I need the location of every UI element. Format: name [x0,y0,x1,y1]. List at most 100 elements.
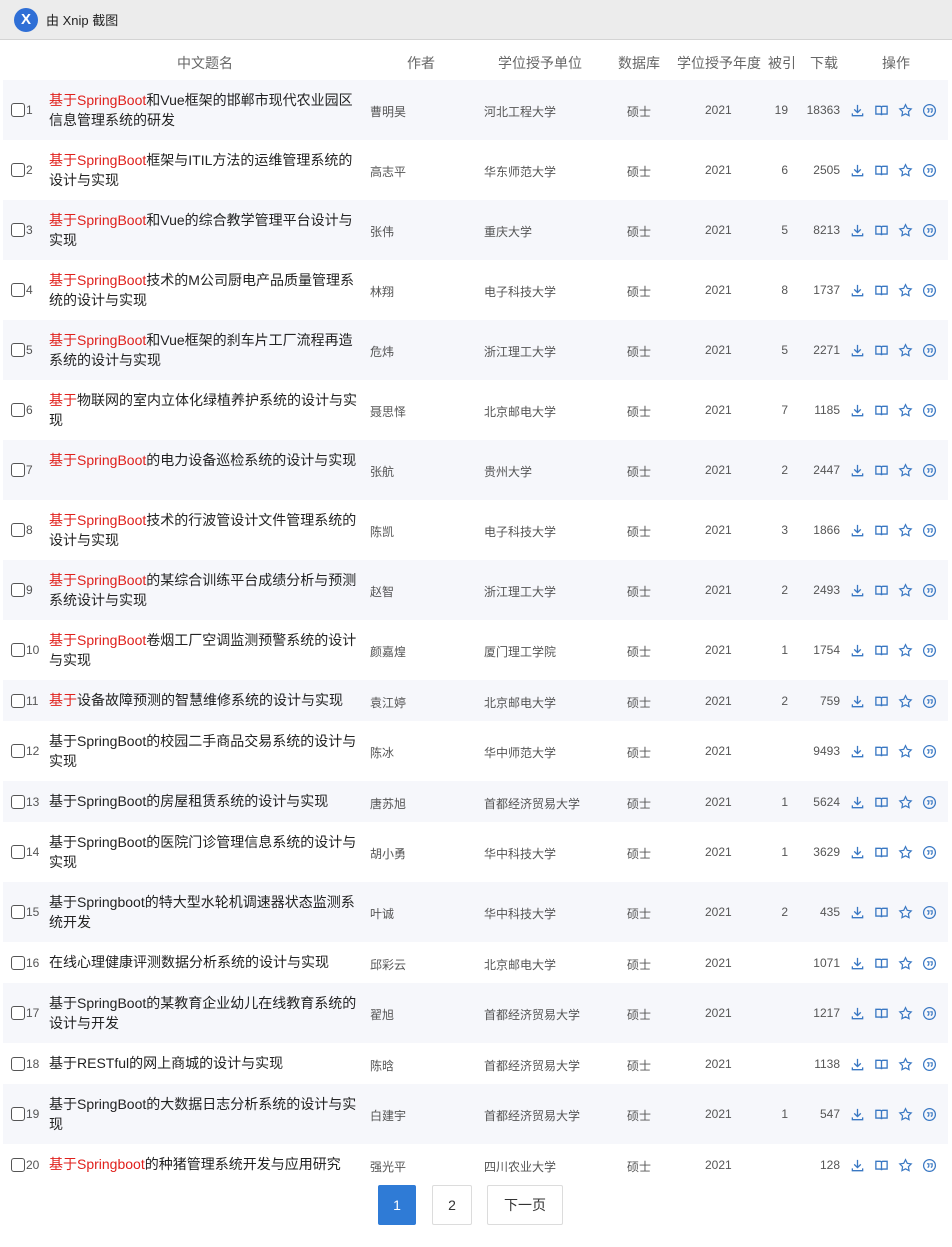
read-icon[interactable] [873,743,890,760]
favorite-icon[interactable] [897,102,914,119]
read-icon[interactable] [873,402,890,419]
read-icon[interactable] [873,582,890,599]
unit-link[interactable]: 首都经济贸易大学 [484,1057,580,1074]
header-year[interactable]: 学位授予年度 [677,53,761,73]
download-icon[interactable] [849,844,866,861]
download-icon[interactable] [849,342,866,359]
favorite-icon[interactable] [897,693,914,710]
download-icon[interactable] [849,162,866,179]
paper-title-link[interactable]: 基于SpringBoot卷烟工厂空调监测预警系统的设计与实现 [49,630,361,670]
next-page-button[interactable]: 下一页 [487,1185,563,1225]
author-link[interactable]: 陈晗 [370,1057,394,1074]
page-2-button[interactable]: 2 [432,1185,472,1225]
paper-title-link[interactable]: 基于SpringBoot的某教育企业幼儿在线教育系统的设计与开发 [49,993,361,1033]
favorite-icon[interactable] [897,1157,914,1174]
download-icon[interactable] [849,282,866,299]
read-icon[interactable] [873,642,890,659]
header-unit[interactable]: 学位授予单位 [498,53,582,73]
favorite-icon[interactable] [897,222,914,239]
author-link[interactable]: 林翔 [370,283,394,300]
read-icon[interactable] [873,844,890,861]
favorite-icon[interactable] [897,402,914,419]
header-db[interactable]: 数据库 [618,53,660,73]
unit-link[interactable]: 华中科技大学 [484,905,556,922]
paper-title-link[interactable]: 基于SpringBoot的某综合训练平台成绩分析与预测系统设计与实现 [49,570,361,610]
read-icon[interactable] [873,102,890,119]
unit-link[interactable]: 厦门理工学院 [484,643,556,660]
unit-link[interactable]: 浙江理工大学 [484,343,556,360]
paper-title-link[interactable]: 基于SpringBoot技术的行波管设计文件管理系统的设计与实现 [49,510,361,550]
quote-icon[interactable] [921,462,938,479]
read-icon[interactable] [873,904,890,921]
author-link[interactable]: 胡小勇 [370,845,406,862]
quote-icon[interactable] [921,222,938,239]
author-link[interactable]: 袁江婷 [370,694,406,711]
row-checkbox[interactable] [11,744,25,758]
unit-link[interactable]: 首都经济贸易大学 [484,795,580,812]
row-checkbox[interactable] [11,523,25,537]
author-link[interactable]: 翟旭 [370,1006,394,1023]
download-icon[interactable] [849,582,866,599]
download-icon[interactable] [849,102,866,119]
paper-title-link[interactable]: 基于SpringBoot的校园二手商品交易系统的设计与实现 [49,731,361,771]
paper-title-link[interactable]: 基于Springboot的种猪管理系统开发与应用研究 [49,1154,361,1174]
favorite-icon[interactable] [897,522,914,539]
unit-link[interactable]: 北京邮电大学 [484,403,556,420]
download-icon[interactable] [849,1106,866,1123]
quote-icon[interactable] [921,522,938,539]
row-checkbox[interactable] [11,1006,25,1020]
favorite-icon[interactable] [897,342,914,359]
quote-icon[interactable] [921,844,938,861]
read-icon[interactable] [873,1005,890,1022]
paper-title-link[interactable]: 在线心理健康评测数据分析系统的设计与实现 [49,952,361,972]
row-checkbox[interactable] [11,905,25,919]
unit-link[interactable]: 首都经济贸易大学 [484,1107,580,1124]
author-link[interactable]: 叶诚 [370,905,394,922]
quote-icon[interactable] [921,693,938,710]
row-checkbox[interactable] [11,163,25,177]
favorite-icon[interactable] [897,162,914,179]
author-link[interactable]: 张航 [370,463,394,480]
unit-link[interactable]: 浙江理工大学 [484,583,556,600]
header-author[interactable]: 作者 [407,53,435,73]
quote-icon[interactable] [921,282,938,299]
unit-link[interactable]: 北京邮电大学 [484,694,556,711]
row-checkbox[interactable] [11,1107,25,1121]
download-icon[interactable] [849,462,866,479]
quote-icon[interactable] [921,1157,938,1174]
row-checkbox[interactable] [11,955,25,970]
read-icon[interactable] [873,342,890,359]
paper-title-link[interactable]: 基于SpringBoot的房屋租赁系统的设计与实现 [49,791,361,811]
unit-link[interactable]: 华中师范大学 [484,744,556,761]
header-download[interactable]: 下载 [810,53,838,73]
author-link[interactable]: 白建宇 [370,1107,406,1124]
download-icon[interactable] [849,955,866,972]
author-link[interactable]: 张伟 [370,223,394,240]
paper-title-link[interactable]: 基于SpringBoot的大数据日志分析系统的设计与实现 [49,1094,361,1134]
unit-link[interactable]: 重庆大学 [484,223,532,240]
favorite-icon[interactable] [897,282,914,299]
author-link[interactable]: 高志平 [370,163,406,180]
paper-title-link[interactable]: 基于SpringBoot和Vue框架的邯郸市现代农业园区信息管理系统的研发 [49,90,361,130]
row-checkbox[interactable] [11,223,25,237]
favorite-icon[interactable] [897,642,914,659]
author-link[interactable]: 赵智 [370,583,394,600]
unit-link[interactable]: 贵州大学 [484,463,532,480]
quote-icon[interactable] [921,342,938,359]
paper-title-link[interactable]: 基于SpringBoot的电力设备巡检系统的设计与实现 [49,450,361,470]
favorite-icon[interactable] [897,582,914,599]
read-icon[interactable] [873,1157,890,1174]
paper-title-link[interactable]: 基于物联网的室内立体化绿植养护系统的设计与实现 [49,390,361,430]
favorite-icon[interactable] [897,462,914,479]
header-cite[interactable]: 被引 [768,53,796,73]
author-link[interactable]: 曹明昊 [370,103,406,120]
read-icon[interactable] [873,162,890,179]
read-icon[interactable] [873,794,890,811]
row-checkbox[interactable] [11,583,25,597]
download-icon[interactable] [849,522,866,539]
header-title[interactable]: 中文题名 [177,53,233,73]
read-icon[interactable] [873,1056,890,1073]
row-checkbox[interactable] [11,845,25,859]
row-checkbox[interactable] [11,1157,25,1172]
quote-icon[interactable] [921,162,938,179]
